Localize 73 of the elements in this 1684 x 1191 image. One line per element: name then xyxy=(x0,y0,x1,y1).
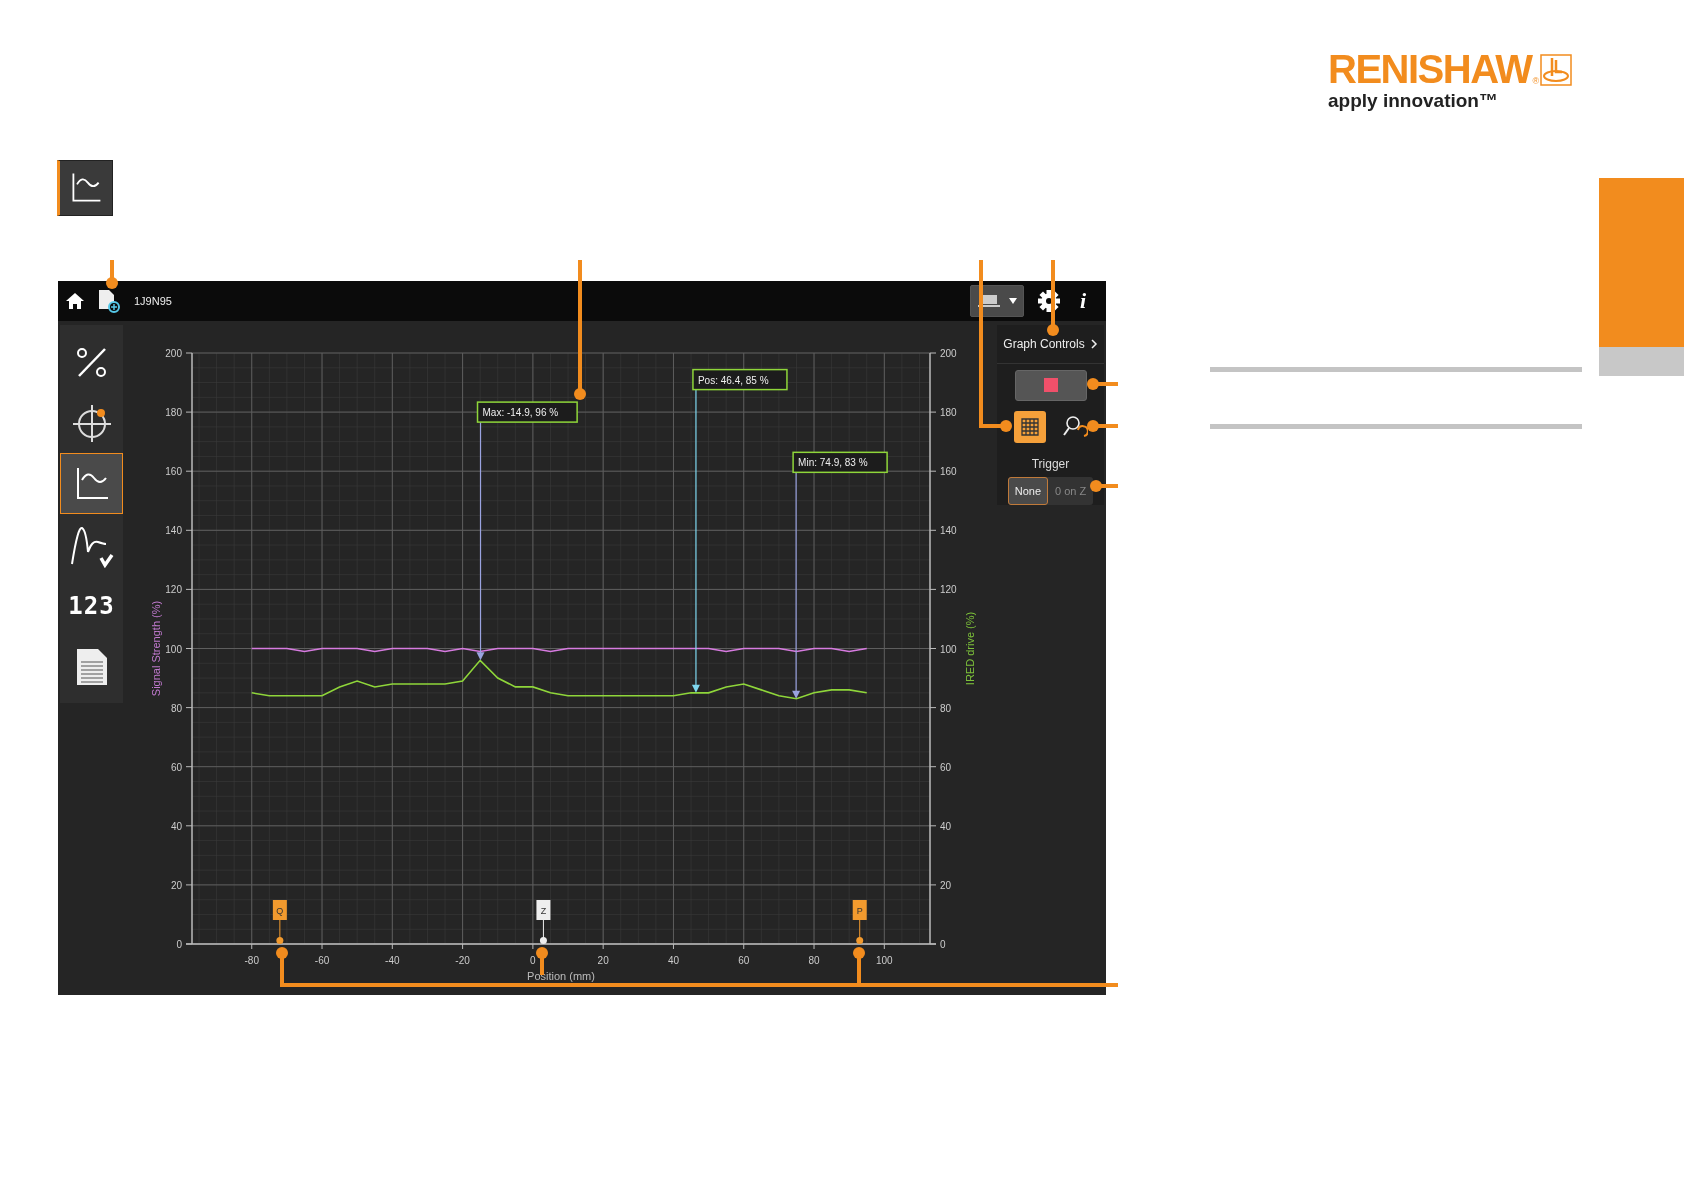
nav-item[interactable] xyxy=(60,453,123,514)
tick-label: 120 xyxy=(165,584,182,596)
grid-toggle[interactable] xyxy=(1013,411,1046,443)
tick-label: 0 xyxy=(176,939,182,950)
info-button[interactable]: i xyxy=(1074,288,1092,314)
tick-label: 100 xyxy=(165,643,182,655)
crosshair-icon xyxy=(71,402,112,443)
tick-label: 20 xyxy=(170,879,182,891)
chevron-icon xyxy=(1090,338,1098,349)
grid-icon xyxy=(1020,418,1039,436)
tick-label: 40 xyxy=(170,820,182,832)
logo-emblem xyxy=(1540,54,1573,86)
tick-label: 40 xyxy=(940,820,952,832)
tick-label: 80 xyxy=(808,955,820,966)
callout-label: Min: 74.9, 83 % xyxy=(798,457,868,469)
monitor-icon xyxy=(977,294,1001,308)
tick-label: 180 xyxy=(940,407,957,419)
settings-icon[interactable] xyxy=(1038,290,1060,312)
document-id: 1J9N95 xyxy=(134,295,172,307)
tick-label: 100 xyxy=(875,955,893,966)
nav-item[interactable]: 123 xyxy=(60,575,123,636)
marker-label: Q xyxy=(276,906,284,916)
position-marker[interactable] xyxy=(852,900,867,944)
tick-label: 20 xyxy=(597,955,609,966)
axis-title: Position (mm) xyxy=(527,970,595,982)
position-marker[interactable] xyxy=(536,900,551,944)
home-icon[interactable] xyxy=(66,293,84,309)
tick-label: 180 xyxy=(165,407,182,419)
leader-line xyxy=(1090,480,1118,492)
callout-label: Pos: 46.4, 85 % xyxy=(697,374,769,386)
leader-line xyxy=(1087,378,1118,390)
stop-button[interactable] xyxy=(1014,369,1087,401)
tick-label: 200 xyxy=(940,348,957,359)
marker-label: P xyxy=(856,906,863,916)
tick-label: 100 xyxy=(940,643,957,655)
document-add-icon[interactable] xyxy=(98,289,120,313)
position-marker[interactable] xyxy=(272,900,287,944)
tick-label: 0 xyxy=(530,955,536,966)
caret-icon xyxy=(1009,298,1017,304)
document-icon xyxy=(75,647,108,686)
trigger-option[interactable]: 0 on Z xyxy=(1048,477,1094,505)
tick-label: 120 xyxy=(940,584,957,596)
tick-label: 80 xyxy=(170,702,182,714)
tick-label: 160 xyxy=(940,466,957,478)
tick-label: 60 xyxy=(170,761,182,773)
tick-label: 20 xyxy=(940,879,952,891)
leader-line xyxy=(1087,420,1118,432)
tick-label: -60 xyxy=(314,955,330,966)
tick-label: 140 xyxy=(940,525,957,537)
registered-mark: ® xyxy=(1532,76,1540,86)
tick-label: 200 xyxy=(165,348,182,359)
tick-label: 140 xyxy=(165,525,182,537)
leader-line xyxy=(106,260,118,289)
tick-label: 60 xyxy=(940,761,952,773)
marker-label: Z xyxy=(540,906,547,916)
tick-label: 40 xyxy=(667,955,679,966)
tick-label: 160 xyxy=(165,466,182,478)
trigger-label: Trigger xyxy=(1031,457,1070,471)
brand-tagline: apply innovation™ xyxy=(1328,90,1499,112)
axis-title: IRED drive (%) xyxy=(964,611,976,686)
callout-label: Max: -14.9, 96 % xyxy=(482,407,559,419)
tick-label: 60 xyxy=(738,955,750,966)
tick-label: 0 xyxy=(940,939,946,950)
tick-label: -40 xyxy=(385,955,400,966)
trigger-option[interactable]: None xyxy=(1007,477,1049,505)
zoom-reset-icon[interactable] xyxy=(1061,414,1088,440)
axis-title: Signal Strength (%) xyxy=(150,600,162,697)
tick-label: -80 xyxy=(244,955,259,966)
device-dropdown[interactable] xyxy=(970,285,1024,317)
tick-label: 80 xyxy=(940,702,952,714)
brand-name: RENISHAW xyxy=(1328,52,1532,86)
stop-icon xyxy=(1043,378,1058,393)
tick-label: -20 xyxy=(455,955,470,966)
